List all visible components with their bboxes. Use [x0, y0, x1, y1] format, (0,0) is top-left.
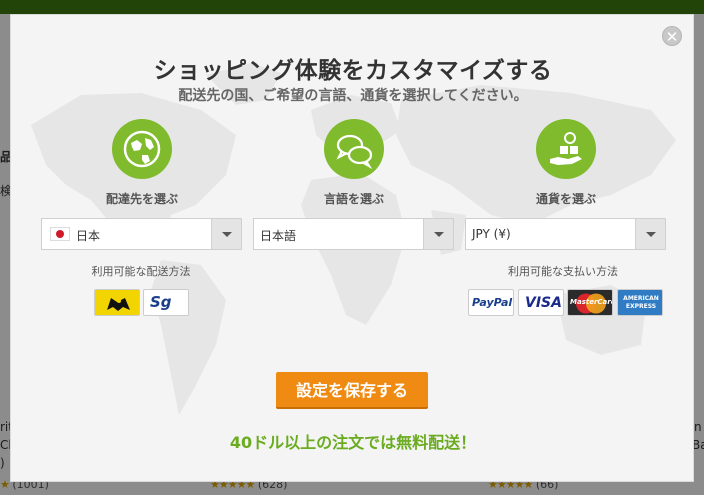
modal-title: ショッピング体験をカスタマイズする [153, 58, 553, 84]
country-select[interactable]: 日本 [41, 218, 242, 250]
mastercard-logo-text: MasterCard [570, 298, 613, 306]
yamato-logo [94, 289, 140, 316]
mastercard-logo: MasterCard [567, 289, 613, 316]
visa-logo-text: VISA [525, 295, 562, 311]
sagawa-logo-text: Sg [150, 293, 172, 311]
modal-subtitle: 配送先の国、ご希望の言語、通貨を選択してください。 [178, 88, 528, 104]
shipping-methods-label: 利用可能な配送方法 [91, 265, 191, 278]
chat-bubbles-icon [324, 119, 384, 179]
free-shipping-promo: 40ドル以上の注文では無料配送！ [229, 433, 477, 452]
step-label-destination: 配達先を選ぶ [105, 192, 178, 206]
chevron-down-icon[interactable] [423, 219, 453, 249]
customize-shopping-modal: ✕ ショッピング体験をカスタマイズする 配送先の国、ご希望の言語、通貨を選択して… [10, 14, 694, 482]
sagawa-logo: Sg [143, 289, 189, 316]
save-settings-button[interactable]: 設定を保存する [276, 372, 428, 409]
paypal-logo: PayPal [468, 289, 514, 316]
amex-logo-text: AMERICAN EXPRESS [623, 295, 659, 310]
step-label-language: 言語を選ぶ [323, 192, 384, 206]
amex-logo: AMERICAN EXPRESS [617, 289, 663, 316]
paypal-logo-text: PayPal [472, 296, 513, 309]
currency-select-value: JPY (¥) [472, 227, 511, 241]
chevron-down-icon[interactable] [211, 219, 241, 249]
step-label-currency: 通貨を選ぶ [535, 192, 596, 206]
language-select[interactable]: 日本語 [253, 218, 454, 250]
globe-icon [112, 119, 172, 179]
close-button[interactable]: ✕ [662, 26, 682, 46]
japan-flag-icon [50, 227, 70, 241]
language-select-value: 日本語 [260, 229, 297, 243]
chevron-down-icon[interactable] [635, 219, 665, 249]
country-select-value: 日本 [76, 229, 101, 243]
coins-hand-icon [536, 119, 596, 179]
currency-select[interactable]: JPY (¥) [465, 218, 666, 250]
payment-methods-label: 利用可能な支払い方法 [508, 265, 618, 278]
visa-logo: VISA [518, 289, 564, 316]
